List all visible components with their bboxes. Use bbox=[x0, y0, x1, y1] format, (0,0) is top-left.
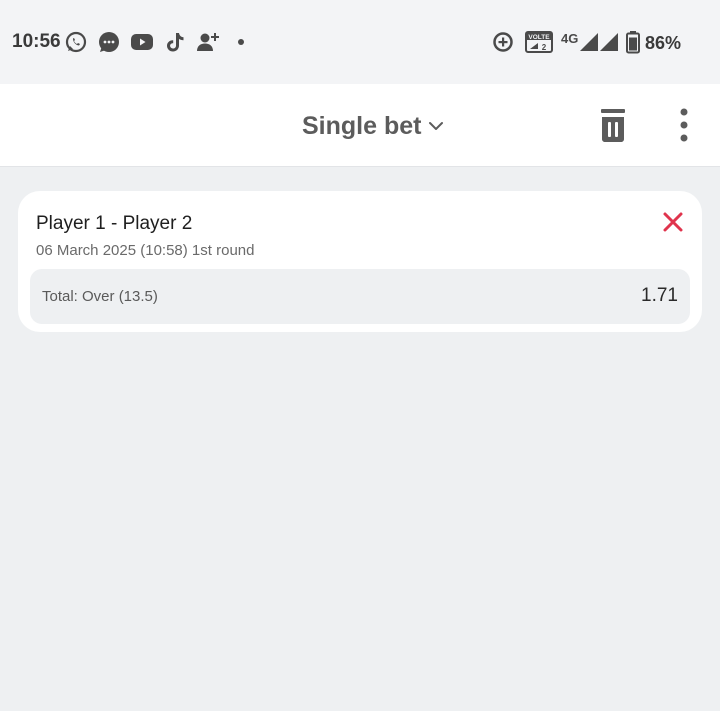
odds-value: 1.71 bbox=[641, 285, 678, 306]
match-info: 06 March 2025 (10:58) 1st round bbox=[36, 242, 255, 259]
status-time: 10:56 bbox=[12, 31, 61, 52]
network-type-label: 4G bbox=[561, 31, 579, 46]
trash-icon[interactable] bbox=[596, 106, 630, 146]
messages-icon bbox=[99, 32, 119, 52]
battery-icon bbox=[626, 31, 640, 54]
status-bar: 10:56 VOLTE 2 4G 86% bbox=[0, 0, 720, 84]
battery-percentage: 86% bbox=[645, 33, 682, 53]
whatsapp-icon bbox=[65, 31, 87, 53]
signal-icon bbox=[580, 33, 618, 51]
close-icon[interactable] bbox=[661, 210, 685, 234]
add-person-icon bbox=[197, 33, 219, 51]
svg-text:2: 2 bbox=[542, 43, 547, 52]
outcome-label: Total: Over (13.5) bbox=[42, 288, 158, 305]
notification-dot bbox=[238, 39, 244, 45]
youtube-icon bbox=[131, 34, 153, 50]
volte-icon: VOLTE 2 bbox=[525, 31, 553, 53]
volte-label: VOLTE bbox=[528, 34, 550, 41]
bet-type-label: Single bet bbox=[302, 111, 422, 140]
outcome-row: Total: Over (13.5) 1.71 bbox=[30, 269, 690, 324]
bet-type-dropdown[interactable]: Single bet bbox=[302, 111, 445, 141]
chevron-down-icon bbox=[429, 122, 444, 130]
data-saver-icon bbox=[493, 32, 513, 52]
more-vertical-icon[interactable] bbox=[672, 106, 696, 146]
tiktok-icon bbox=[167, 33, 184, 52]
bet-slip-header: Single bet bbox=[0, 84, 720, 167]
match-name: Player 1 - Player 2 bbox=[36, 213, 193, 234]
bet-card: Player 1 - Player 2 06 March 2025 (10:58… bbox=[18, 191, 702, 332]
